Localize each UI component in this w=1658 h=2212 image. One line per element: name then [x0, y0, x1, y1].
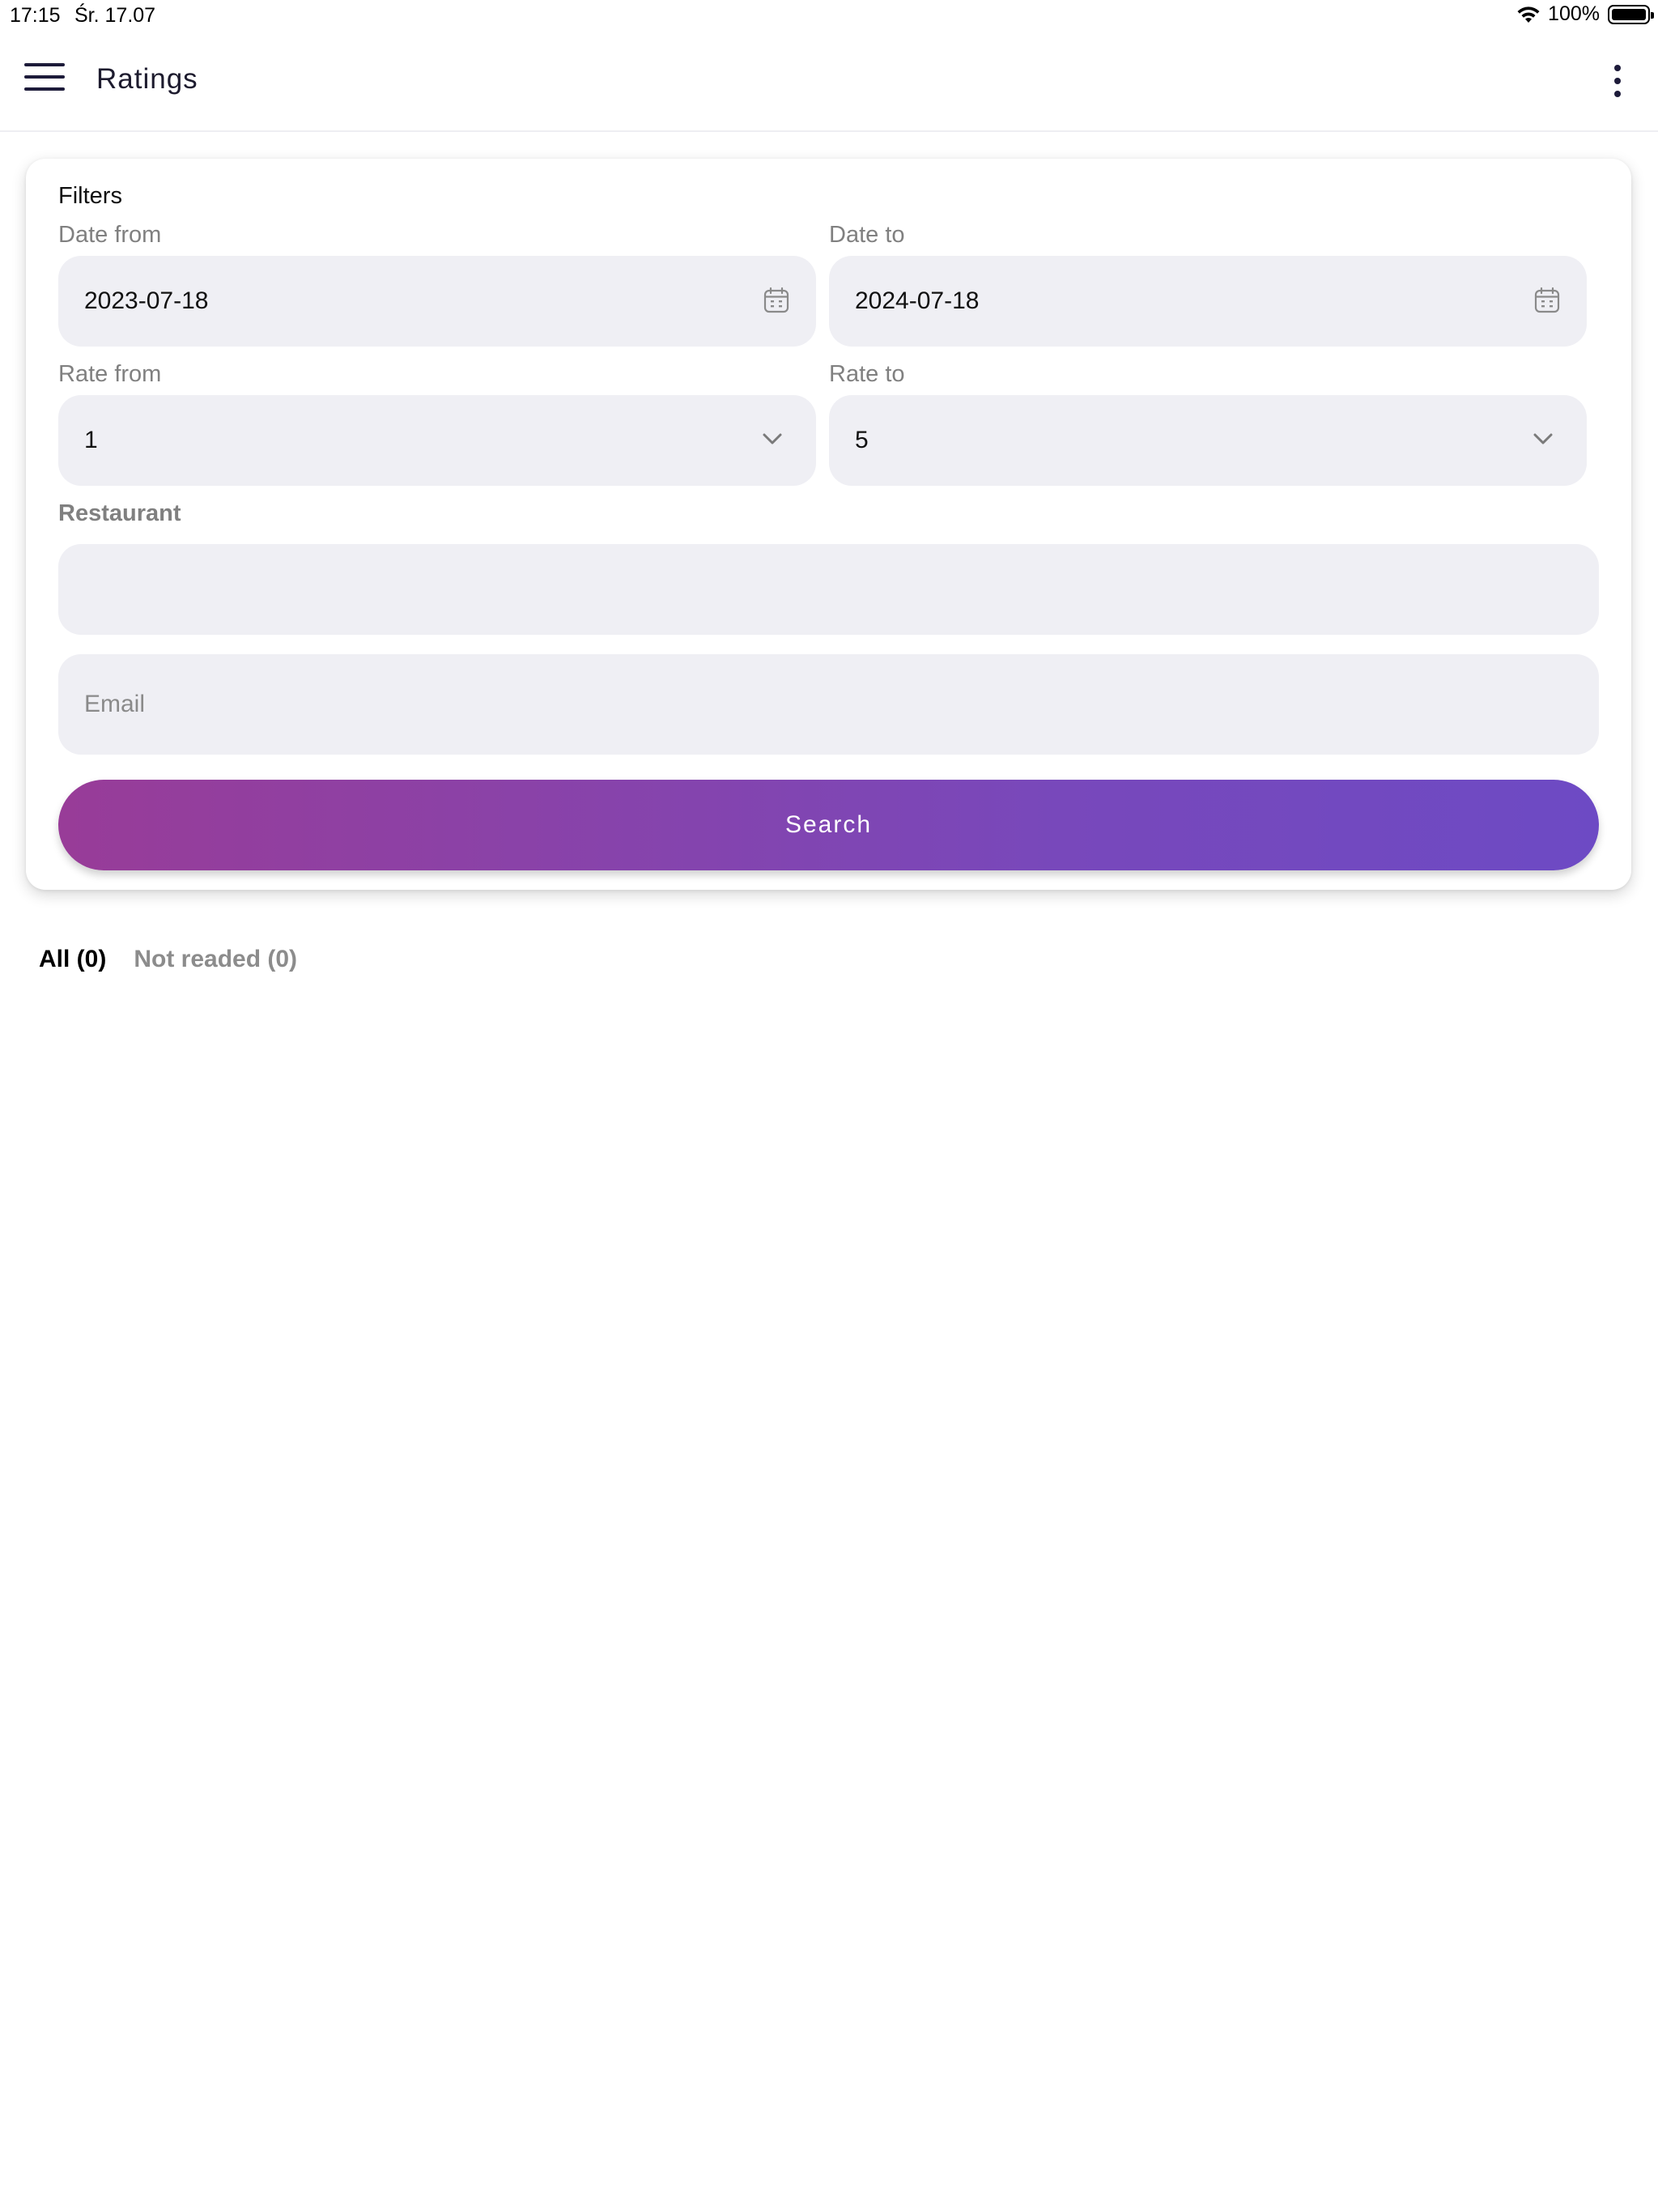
filters-title: Filters	[58, 183, 122, 209]
restaurant-select[interactable]	[58, 544, 1599, 635]
rate-from-value: 1	[84, 427, 98, 453]
tab-not-readed[interactable]: Not readed (0)	[134, 946, 297, 973]
battery-percentage: 100%	[1548, 2, 1600, 25]
search-button-label: Search	[784, 811, 873, 838]
ratings-tabs: All (0) Not readed (0)	[39, 946, 297, 973]
status-date: Śr. 17.07	[74, 4, 156, 27]
date-from-label: Date from	[58, 222, 162, 248]
battery-icon	[1608, 4, 1654, 24]
rate-to-value: 5	[855, 427, 869, 453]
app-bar: Ratings	[0, 32, 1658, 132]
calendar-icon	[763, 287, 789, 313]
date-from-value: 2023-07-18	[84, 287, 209, 314]
rate-from-label: Rate from	[58, 361, 162, 387]
chevron-down-icon	[763, 433, 782, 445]
date-from-input[interactable]: 2023-07-18	[58, 256, 816, 347]
email-field[interactable]: Email	[58, 654, 1599, 755]
date-to-label: Date to	[829, 222, 905, 248]
tab-all[interactable]: All (0)	[39, 946, 106, 973]
hamburger-menu-icon[interactable]	[24, 63, 65, 96]
status-bar: 17:15 Śr. 17.07 100%	[0, 0, 1658, 32]
date-to-value: 2024-07-18	[855, 287, 980, 314]
search-button[interactable]: Search	[58, 780, 1599, 870]
more-vert-icon[interactable]	[1609, 65, 1626, 97]
status-right: 100%	[1516, 2, 1654, 26]
rate-to-select[interactable]: 5	[829, 395, 1587, 486]
date-to-input[interactable]: 2024-07-18	[829, 256, 1587, 347]
rate-from-select[interactable]: 1	[58, 395, 816, 486]
email-placeholder: Email	[84, 691, 146, 717]
chevron-down-icon	[1533, 433, 1553, 445]
wifi-icon	[1517, 6, 1540, 23]
restaurant-label: Restaurant	[58, 500, 181, 526]
filters-card: Filters Date from 2023-07-18 Date to 202…	[26, 159, 1631, 890]
page-title: Ratings	[96, 63, 198, 95]
rate-to-label: Rate to	[829, 361, 905, 387]
status-time: 17:15	[10, 4, 61, 27]
calendar-icon	[1534, 287, 1560, 313]
